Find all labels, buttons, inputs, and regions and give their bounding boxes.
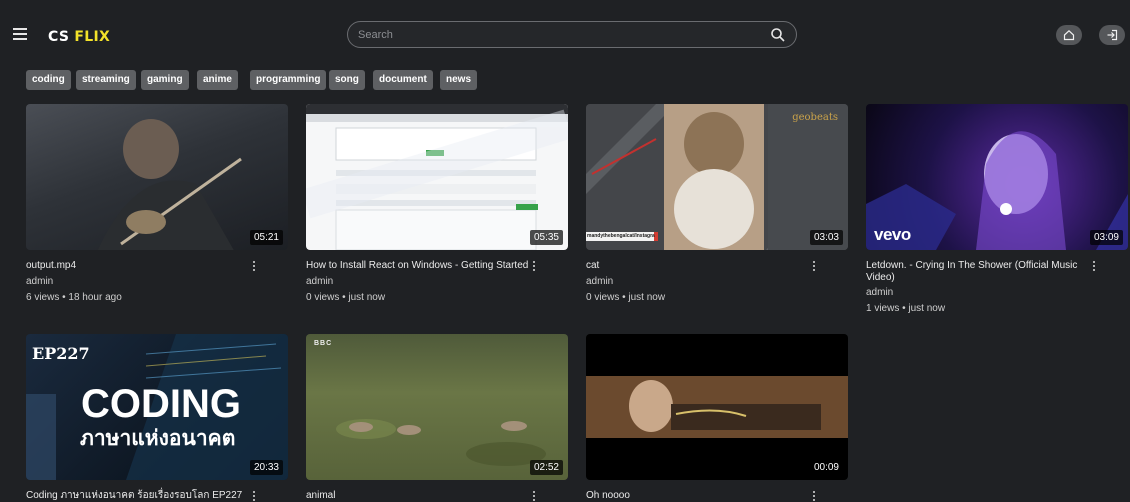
- channel-name[interactable]: admin: [306, 276, 333, 287]
- thumbnail-headline: CODING: [81, 382, 241, 426]
- duration-badge: 05:35: [529, 230, 563, 245]
- video-thumbnail[interactable]: BBC 02:52: [306, 334, 568, 480]
- more-options-icon[interactable]: [810, 260, 818, 274]
- thumbnail-watermark: geobeats: [792, 112, 838, 123]
- duration-badge: 03:09: [1089, 230, 1123, 245]
- more-options-icon[interactable]: [530, 490, 538, 502]
- video-thumbnail[interactable]: EP227 CODING ภาษาแห่งอนาคต 20:33: [26, 334, 288, 480]
- chip-news[interactable]: news: [440, 70, 478, 90]
- search-input[interactable]: [358, 26, 758, 44]
- thumbnail-art: [97, 119, 242, 250]
- channel-name[interactable]: admin: [586, 276, 613, 287]
- video-title[interactable]: animal: [306, 490, 538, 502]
- channel-name[interactable]: admin: [866, 287, 893, 298]
- search-bar: [347, 21, 797, 48]
- thumbnail-episode: EP227: [32, 344, 90, 363]
- duration-badge: 05:21: [249, 230, 283, 245]
- more-options-icon[interactable]: [250, 260, 258, 274]
- duration-badge: 03:03: [809, 230, 843, 245]
- more-options-icon[interactable]: [530, 260, 538, 274]
- chip-coding[interactable]: coding: [26, 70, 71, 90]
- chip-song[interactable]: song: [329, 70, 365, 90]
- video-thumbnail[interactable]: geobeats mandythebengalcat/Instagram 03:…: [586, 104, 848, 250]
- video-title[interactable]: Letdown. - Crying In The Shower (Officia…: [866, 260, 1098, 284]
- video-meta: 1 views • just now: [866, 303, 946, 314]
- duration-badge: 02:52: [529, 460, 563, 475]
- thumbnail-logo: vevo: [874, 225, 911, 244]
- more-options-icon[interactable]: [810, 490, 818, 502]
- video-meta: 0 views • just now: [306, 292, 386, 303]
- thumbnail-art: [586, 104, 848, 250]
- logo-part-cs: CS: [48, 29, 70, 45]
- channel-name[interactable]: admin: [26, 276, 53, 287]
- video-thumbnail[interactable]: 05:35: [306, 104, 568, 250]
- home-icon: [1063, 29, 1075, 41]
- video-title[interactable]: Oh noooo: [586, 490, 818, 502]
- video-title[interactable]: Coding ภาษาแห่งอนาคต ร้อยเรื่องรอบโลก EP…: [26, 490, 258, 502]
- chip-streaming[interactable]: streaming: [76, 70, 136, 90]
- logo-part-flix: FLIX: [74, 29, 111, 45]
- duration-badge: 00:09: [809, 460, 843, 475]
- video-meta: 0 views • just now: [586, 292, 666, 303]
- top-bar: CS FLIX: [0, 0, 1130, 60]
- video-thumbnail[interactable]: vevo 03:09: [866, 104, 1128, 250]
- thumbnail-art: [306, 104, 568, 250]
- chip-programming[interactable]: programming: [250, 70, 327, 90]
- duration-badge: 20:33: [249, 460, 283, 475]
- logo[interactable]: CS FLIX: [48, 29, 110, 45]
- video-thumbnail[interactable]: 00:09: [586, 334, 848, 480]
- more-options-icon[interactable]: [250, 490, 258, 502]
- video-thumbnail[interactable]: 05:21: [26, 104, 288, 250]
- video-title[interactable]: How to Install React on Windows - Gettin…: [306, 260, 538, 272]
- search-icon[interactable]: [770, 27, 786, 43]
- more-options-icon[interactable]: [1090, 260, 1098, 274]
- login-icon: [1107, 29, 1118, 41]
- chip-gaming[interactable]: gaming: [141, 70, 189, 90]
- video-title[interactable]: output.mp4: [26, 260, 258, 272]
- chip-document[interactable]: document: [373, 70, 433, 90]
- thumbnail-caption: mandythebengalcat/Instagram: [587, 233, 655, 239]
- video-meta: 6 views • 18 hour ago: [26, 292, 122, 303]
- thumbnail-subheadline: ภาษาแห่งอนาคต: [80, 427, 236, 450]
- chip-anime[interactable]: anime: [197, 70, 238, 90]
- thumbnail-logo: BBC: [314, 340, 333, 347]
- menu-icon[interactable]: [13, 28, 27, 40]
- login-button[interactable]: [1099, 25, 1125, 45]
- thumbnail-art: [586, 376, 848, 438]
- home-button[interactable]: [1056, 25, 1082, 45]
- thumbnail-art: [336, 419, 546, 466]
- video-title[interactable]: cat: [586, 260, 818, 272]
